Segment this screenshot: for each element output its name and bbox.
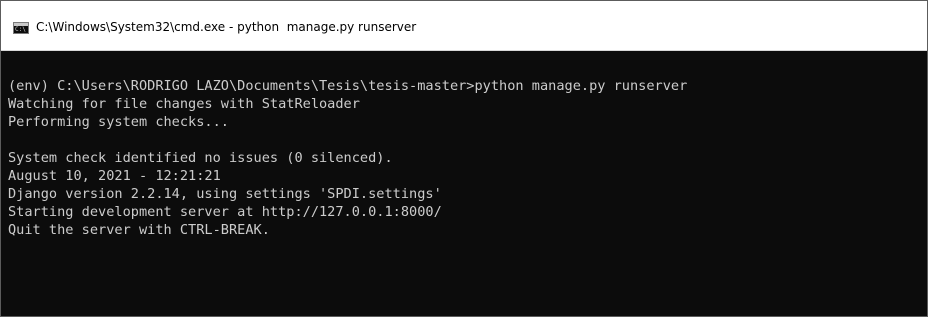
cmd-icon-glyph: C:\	[15, 26, 26, 33]
title-bar[interactable]: C:\ C:\Windows\System32\cmd.exe - python…	[1, 1, 927, 51]
console-line-blank	[8, 131, 687, 149]
console-line: Watching for file changes with StatReloa…	[8, 96, 360, 112]
console-output-area[interactable]: (env) C:\Users\RODRIGO LAZO\Documents\Te…	[1, 51, 927, 316]
cmd-icon[interactable]: C:\	[13, 22, 29, 34]
console-line: Quit the server with CTRL-BREAK.	[8, 222, 270, 238]
window-title: C:\Windows\System32\cmd.exe - python man…	[36, 20, 417, 34]
console-line: Performing system checks...	[8, 114, 229, 130]
console-line: System check identified no issues (0 sil…	[8, 150, 393, 166]
console-line: Starting development server at http://12…	[8, 204, 442, 220]
console-line-command: (env) C:\Users\RODRIGO LAZO\Documents\Te…	[8, 78, 688, 94]
console-line: Django version 2.2.14, using settings 'S…	[8, 186, 442, 202]
console-lines: (env) C:\Users\RODRIGO LAZO\Documents\Te…	[8, 77, 687, 239]
console-line: August 10, 2021 - 12:21:21	[8, 168, 221, 184]
cmd-window: C:\ C:\Windows\System32\cmd.exe - python…	[0, 0, 928, 317]
